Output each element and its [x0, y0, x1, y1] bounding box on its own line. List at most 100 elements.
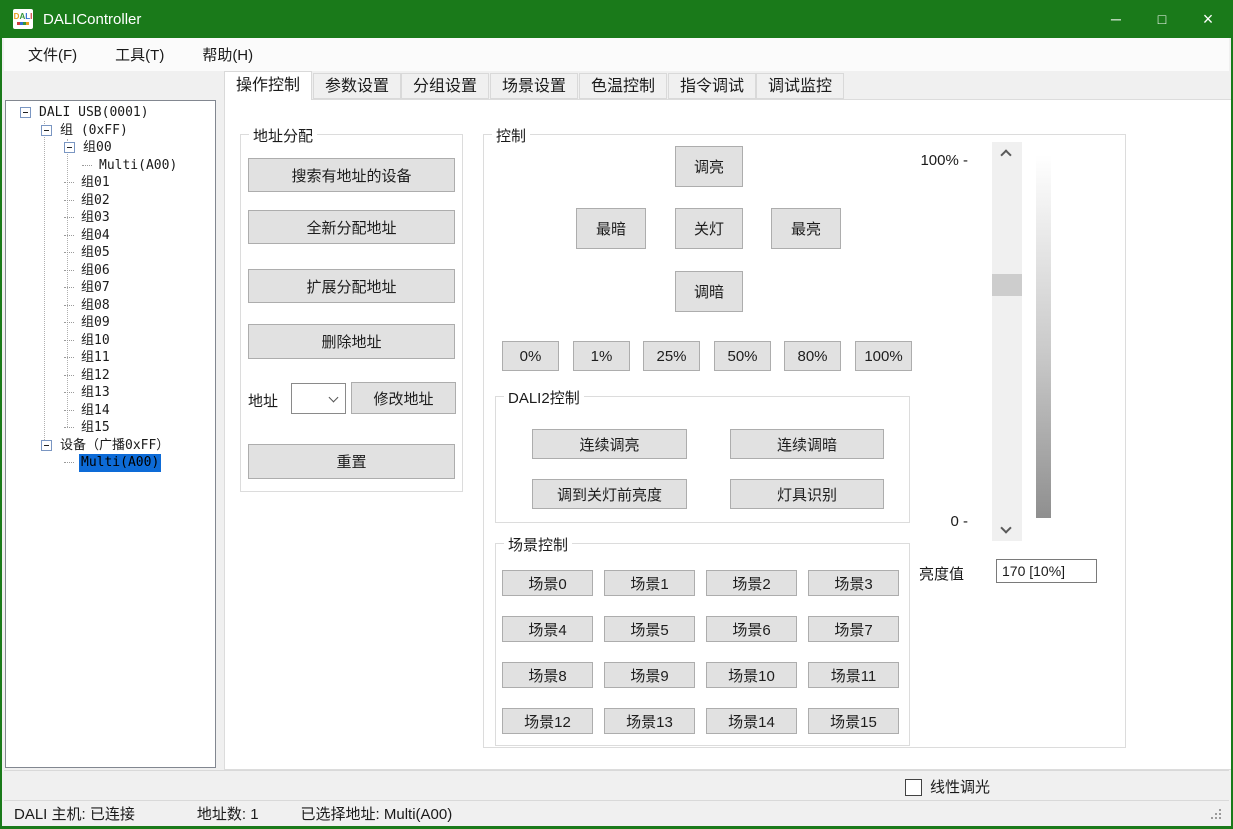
tree-item[interactable]: 组00	[6, 139, 215, 157]
tree-expander-icon[interactable]	[20, 107, 31, 118]
resize-grip[interactable]	[1211, 809, 1223, 821]
continuous-dim-down-button[interactable]: 连续调暗	[730, 429, 884, 459]
tree-item[interactable]: 组15	[6, 419, 215, 437]
tree-item-label[interactable]: 组02	[79, 192, 112, 210]
tree-item[interactable]: 组09	[6, 314, 215, 332]
scene-button-14[interactable]: 场景14	[706, 708, 797, 734]
tree-item-label[interactable]: 组15	[79, 419, 112, 437]
percent-button-50[interactable]: 50%	[714, 341, 771, 371]
tree-item-label[interactable]: DALI USB(0001)	[37, 104, 151, 122]
brightness-value-box[interactable]: 170 [10%]	[996, 559, 1097, 583]
scene-button-1[interactable]: 场景1	[604, 570, 695, 596]
tree-item[interactable]: 组03	[6, 209, 215, 227]
tree-item[interactable]: 组13	[6, 384, 215, 402]
tree-item[interactable]: 组08	[6, 297, 215, 315]
tree-item-label[interactable]: 组12	[79, 367, 112, 385]
reset-button[interactable]: 重置	[248, 444, 455, 479]
tab-5[interactable]: 指令调试	[668, 73, 756, 99]
tree-item-label[interactable]: 组10	[79, 332, 112, 350]
scene-button-4[interactable]: 场景4	[502, 616, 593, 642]
tree-item[interactable]: 组05	[6, 244, 215, 262]
tree-item[interactable]: 组11	[6, 349, 215, 367]
scene-button-11[interactable]: 场景11	[808, 662, 899, 688]
minimize-button[interactable]: ─	[1093, 0, 1139, 38]
scene-button-9[interactable]: 场景9	[604, 662, 695, 688]
percent-button-0[interactable]: 0%	[502, 341, 559, 371]
scene-button-15[interactable]: 场景15	[808, 708, 899, 734]
tree-item[interactable]: Multi(A00)	[6, 157, 215, 175]
assign-new-address-button[interactable]: 全新分配地址	[248, 210, 455, 244]
scene-button-8[interactable]: 场景8	[502, 662, 593, 688]
scene-button-5[interactable]: 场景5	[604, 616, 695, 642]
scene-button-10[interactable]: 场景10	[706, 662, 797, 688]
scroll-up-icon[interactable]	[1000, 149, 1011, 160]
tree-item[interactable]: 设备（广播0xFF）	[6, 437, 215, 455]
close-button[interactable]: ×	[1185, 0, 1231, 38]
linear-dimming-checkbox[interactable]	[905, 779, 922, 796]
percent-button-25[interactable]: 25%	[643, 341, 700, 371]
scene-button-12[interactable]: 场景12	[502, 708, 593, 734]
extend-assign-address-button[interactable]: 扩展分配地址	[248, 269, 455, 303]
scene-button-0[interactable]: 场景0	[502, 570, 593, 596]
scene-button-13[interactable]: 场景13	[604, 708, 695, 734]
menu-item-2[interactable]: 帮助(H)	[188, 38, 267, 71]
tree-item[interactable]: 组14	[6, 402, 215, 420]
tree-item-label-selected[interactable]: Multi(A00)	[79, 454, 161, 472]
max-brightness-button[interactable]: 最亮	[771, 208, 841, 249]
tree-item[interactable]: 组07	[6, 279, 215, 297]
tree-item-label[interactable]: 组 (0xFF)	[58, 122, 130, 140]
min-brightness-button[interactable]: 最暗	[576, 208, 646, 249]
address-combobox[interactable]	[291, 383, 346, 414]
tree-item-label[interactable]: 设备（广播0xFF）	[58, 437, 171, 455]
tree-expander-icon[interactable]	[64, 142, 75, 153]
tree-item-label[interactable]: 组08	[79, 297, 112, 315]
tree-item[interactable]: 组 (0xFF)	[6, 122, 215, 140]
tree-item-label[interactable]: Multi(A00)	[97, 157, 179, 175]
tree-item-label[interactable]: 组03	[79, 209, 112, 227]
tree-item-label[interactable]: 组04	[79, 227, 112, 245]
lamp-identify-button[interactable]: 灯具识别	[730, 479, 884, 509]
search-addressed-devices-button[interactable]: 搜索有地址的设备	[248, 158, 455, 192]
tree-item[interactable]: 组12	[6, 367, 215, 385]
scene-button-2[interactable]: 场景2	[706, 570, 797, 596]
brightness-scrollbar[interactable]	[992, 142, 1022, 541]
scene-button-6[interactable]: 场景6	[706, 616, 797, 642]
continuous-dim-up-button[interactable]: 连续调亮	[532, 429, 687, 459]
tree-item[interactable]: 组06	[6, 262, 215, 280]
percent-button-100[interactable]: 100%	[855, 341, 912, 371]
tree-item[interactable]: 组01	[6, 174, 215, 192]
tree-item-label[interactable]: 组05	[79, 244, 112, 262]
tab-2[interactable]: 分组设置	[401, 73, 489, 99]
tree-item[interactable]: 组10	[6, 332, 215, 350]
tree-item-label[interactable]: 组11	[79, 349, 112, 367]
menu-item-1[interactable]: 工具(T)	[101, 38, 178, 71]
menu-item-0[interactable]: 文件(F)	[14, 38, 91, 71]
tree-item[interactable]: 组04	[6, 227, 215, 245]
tab-6[interactable]: 调试监控	[756, 73, 844, 99]
modify-address-button[interactable]: 修改地址	[351, 382, 456, 414]
percent-button-80[interactable]: 80%	[784, 341, 841, 371]
tree-item-label[interactable]: 组01	[79, 174, 112, 192]
dim-down-button[interactable]: 调暗	[675, 271, 743, 312]
delete-address-button[interactable]: 删除地址	[248, 324, 455, 359]
tree-item-label[interactable]: 组09	[79, 314, 112, 332]
tab-1[interactable]: 参数设置	[313, 73, 401, 99]
restore-pre-off-brightness-button[interactable]: 调到关灯前亮度	[532, 479, 687, 509]
tab-4[interactable]: 色温控制	[579, 73, 667, 99]
dim-up-button[interactable]: 调亮	[675, 146, 743, 187]
lamp-off-button[interactable]: 关灯	[675, 208, 743, 249]
tree-item-label[interactable]: 组14	[79, 402, 112, 420]
tree-item-label[interactable]: 组13	[79, 384, 112, 402]
tree-item-label[interactable]: 组06	[79, 262, 112, 280]
scrollbar-thumb[interactable]	[992, 274, 1022, 296]
tree-item-label[interactable]: 组00	[81, 139, 114, 157]
tab-3[interactable]: 场景设置	[490, 73, 578, 99]
percent-button-1[interactable]: 1%	[573, 341, 630, 371]
tree-item[interactable]: Multi(A00)	[6, 454, 215, 472]
scene-button-7[interactable]: 场景7	[808, 616, 899, 642]
tree-item-label[interactable]: 组07	[79, 279, 112, 297]
tree-expander-icon[interactable]	[41, 440, 52, 451]
scroll-down-icon[interactable]	[1000, 522, 1011, 533]
scene-button-3[interactable]: 场景3	[808, 570, 899, 596]
tab-0[interactable]: 操作控制	[224, 71, 312, 100]
